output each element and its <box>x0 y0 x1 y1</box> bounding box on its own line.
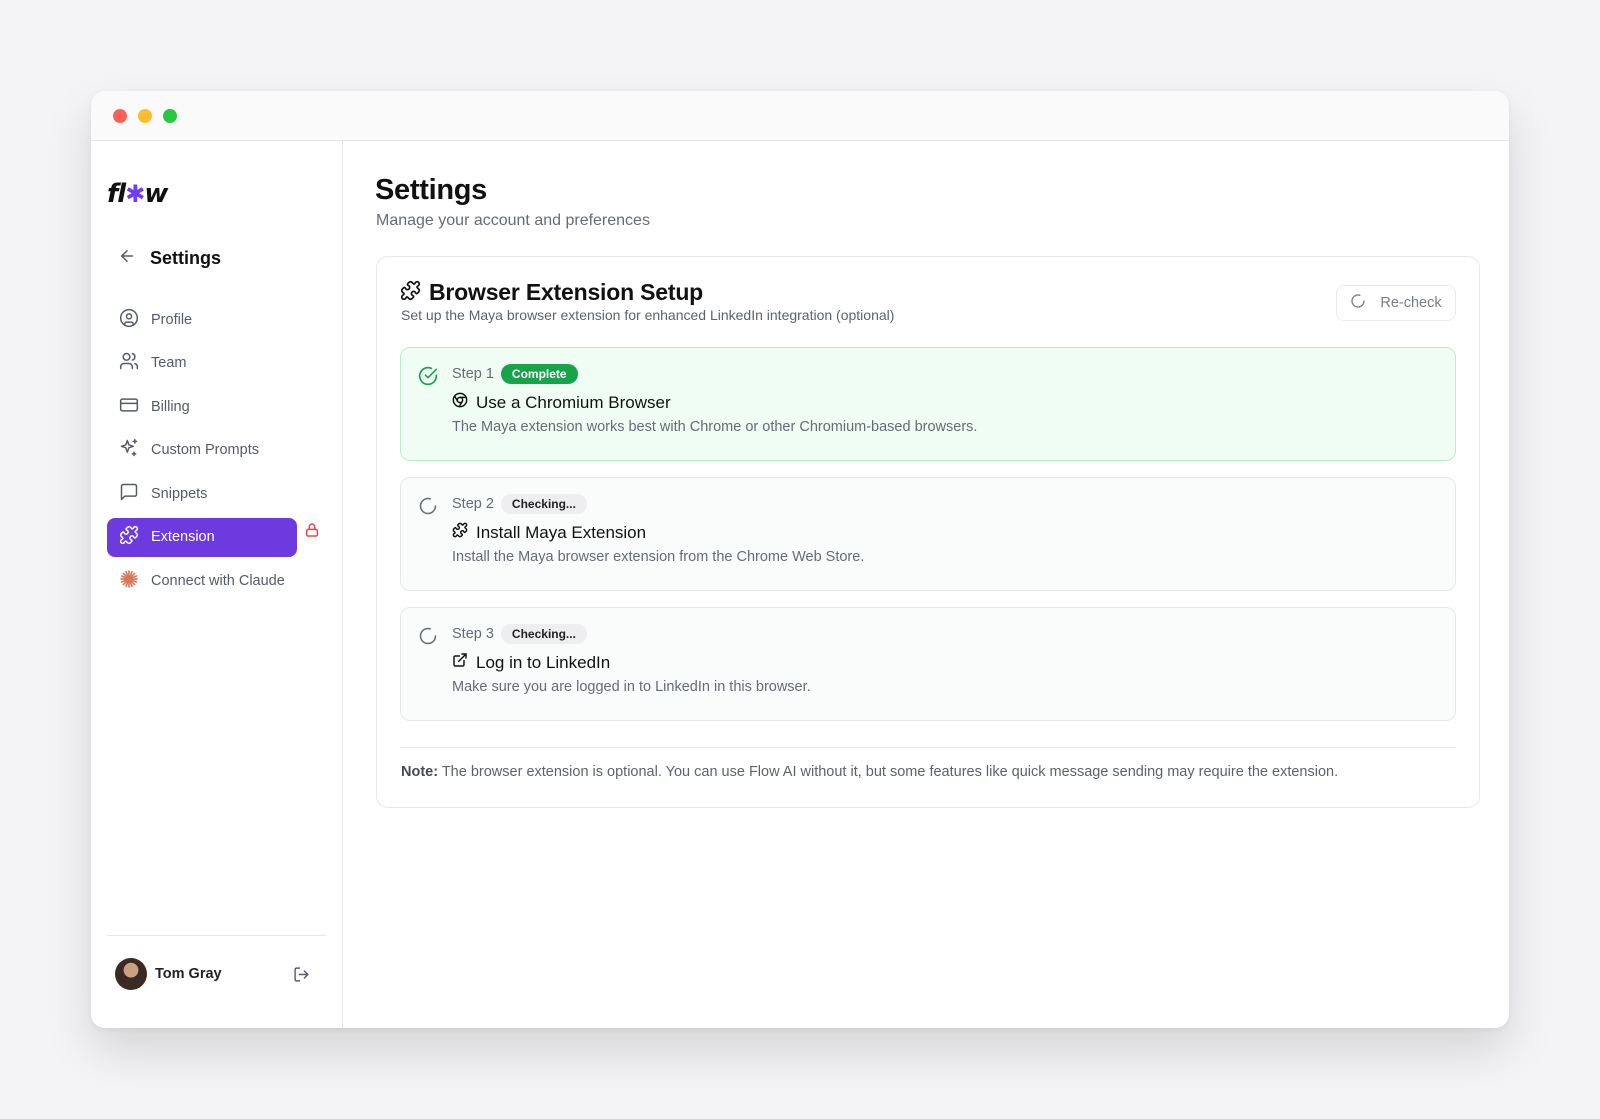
lock-icon <box>304 522 320 543</box>
message-square-icon <box>119 482 139 506</box>
sidebar-item-extension[interactable]: Extension <box>107 517 297 557</box>
settings-nav: Profile Team Billing Custom Prompts Snip… <box>107 300 327 605</box>
sidebar-item-billing[interactable]: Billing <box>107 387 327 426</box>
step-card-2: Step 2 Checking... Install Maya Extensio… <box>400 477 1456 591</box>
title-bar <box>91 91 1509 141</box>
sidebar-title: Settings <box>150 248 222 268</box>
divider <box>400 747 1456 748</box>
step-card-1: Step 1 Complete Use a Chromium Browser T… <box>400 347 1456 461</box>
sidebar-item-custom-prompts[interactable]: Custom Prompts <box>107 431 327 470</box>
puzzle-icon <box>119 525 139 549</box>
step-header: Step 2 Checking... <box>452 494 587 514</box>
step-number: Step 2 <box>452 496 494 512</box>
sidebar-item-label: Snippets <box>151 485 208 502</box>
card-title: Browser Extension Setup <box>429 279 704 305</box>
main-content: Settings Manage your account and prefere… <box>343 141 1509 1028</box>
step-title: Use a Chromium Browser <box>476 392 671 412</box>
note-text: Note: The browser extension is optional.… <box>401 764 1338 780</box>
sidebar-item-label: Profile <box>151 311 193 328</box>
step-header: Step 3 Checking... <box>452 624 587 644</box>
step-description: Install the Maya browser extension from … <box>452 549 865 565</box>
page-title: Settings <box>375 174 487 206</box>
loader-icon <box>1350 293 1366 313</box>
step-number: Step 1 <box>452 366 494 382</box>
step-card-3: Step 3 Checking... Log in to LinkedIn Ma… <box>400 607 1456 721</box>
flow-logo[interactable]: fl✱w <box>107 179 168 209</box>
arrow-left-icon[interactable] <box>118 247 136 270</box>
puzzle-icon <box>400 280 421 306</box>
sidebar-item-connect-with-claude[interactable]: Connect with Claude <box>107 561 327 600</box>
step-description: The Maya extension works best with Chrom… <box>452 419 978 435</box>
status-badge: Complete <box>500 364 578 384</box>
puzzle-icon <box>452 522 468 543</box>
sidebar: fl✱w Settings Profile Team Billing Custo… <box>91 141 343 1028</box>
step-header: Step 1 Complete <box>452 364 578 384</box>
sparkles-icon <box>119 438 139 462</box>
step-number: Step 3 <box>452 626 494 642</box>
sidebar-item-label: Team <box>151 355 187 371</box>
sidebar-item-label: Billing <box>151 398 190 415</box>
app-window: fl✱w Settings Profile Team Billing Custo… <box>91 91 1509 1028</box>
maximize-window-button[interactable] <box>163 108 177 123</box>
sidebar-item-label: Custom Prompts <box>151 442 259 458</box>
sidebar-item-profile[interactable]: Profile <box>107 300 327 339</box>
minimize-window-button[interactable] <box>138 108 152 123</box>
recheck-label: Re-check <box>1380 295 1442 311</box>
sidebar-item-team[interactable]: Team <box>107 344 327 383</box>
card-header: Browser Extension Setup <box>400 279 703 306</box>
users-icon <box>119 351 139 375</box>
status-badge: Checking... <box>500 494 587 514</box>
user-footer: Tom Gray <box>107 935 326 1028</box>
step-title-row: Install Maya Extension <box>452 522 646 543</box>
check-circle-icon <box>418 366 438 391</box>
note-body: The browser extension is optional. You c… <box>438 764 1339 780</box>
user-circle-icon <box>119 308 139 332</box>
loader-icon <box>418 496 438 521</box>
card-description: Set up the Maya browser extension for en… <box>401 307 895 323</box>
step-description: Make sure you are logged in to LinkedIn … <box>452 679 811 695</box>
credit-card-icon <box>119 395 139 419</box>
chrome-icon <box>452 392 468 413</box>
claude-icon <box>119 569 139 593</box>
loader-icon <box>418 626 438 651</box>
recheck-button[interactable]: Re-check <box>1336 285 1456 321</box>
settings-back-row: Settings <box>118 247 221 270</box>
avatar[interactable] <box>115 958 147 990</box>
close-window-button[interactable] <box>113 108 127 123</box>
user-name: Tom Gray <box>155 966 222 982</box>
step-title: Install Maya Extension <box>476 522 647 542</box>
step-title-row: Use a Chromium Browser <box>452 392 671 413</box>
extension-setup-card: Browser Extension Setup Set up the Maya … <box>376 256 1480 808</box>
sidebar-item-snippets[interactable]: Snippets <box>107 474 327 513</box>
step-title-row: Log in to LinkedIn <box>452 652 610 673</box>
page-subtitle: Manage your account and preferences <box>376 212 650 229</box>
logout-icon[interactable] <box>293 966 310 988</box>
note-label: Note: <box>401 764 439 780</box>
status-badge: Checking... <box>500 624 587 644</box>
sidebar-item-label: Extension <box>151 529 215 545</box>
step-title: Log in to LinkedIn <box>476 652 611 672</box>
external-link-icon <box>452 652 468 673</box>
sidebar-item-label: Connect with Claude <box>151 572 285 589</box>
